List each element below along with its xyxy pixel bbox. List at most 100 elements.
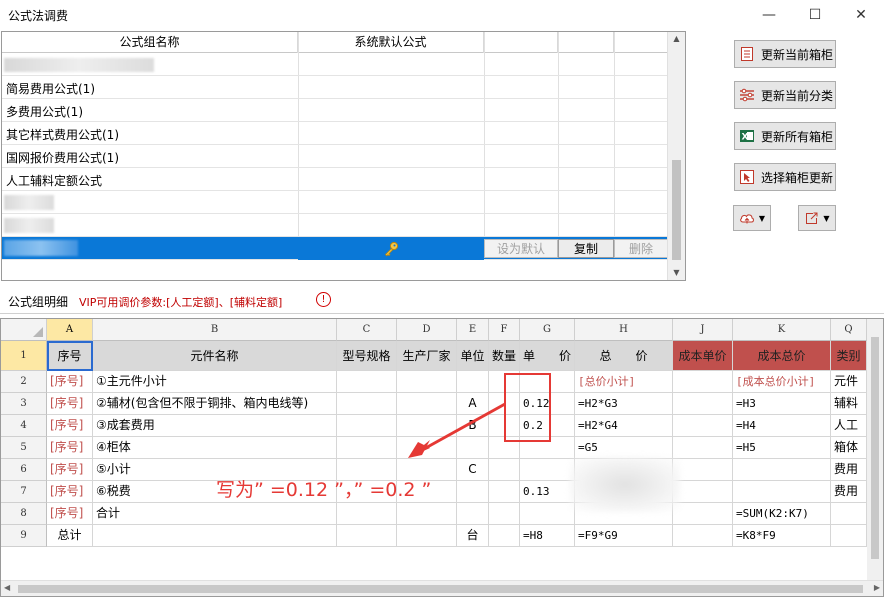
row-header-9[interactable]: 9: [1, 525, 47, 547]
cell-header-cost-unit[interactable]: 成本单价: [673, 341, 733, 371]
cell-q7[interactable]: 费用: [831, 481, 867, 503]
cell-a9[interactable]: 总计: [47, 525, 93, 547]
col-header-d[interactable]: D: [397, 319, 457, 341]
row-header-7[interactable]: 7: [1, 481, 47, 503]
cell-h3[interactable]: =H2*G3: [575, 393, 673, 415]
cell-c2[interactable]: [337, 371, 397, 393]
col-header-h[interactable]: H: [575, 319, 673, 341]
cell-header-qty[interactable]: 数量: [489, 341, 520, 371]
cell-a7[interactable]: [序号]: [47, 481, 93, 503]
row-header-2[interactable]: 2: [1, 371, 47, 393]
cloud-dropdown-button[interactable]: ▼: [733, 205, 771, 231]
cell-j6[interactable]: [673, 459, 733, 481]
cell-c8[interactable]: [337, 503, 397, 525]
cell-e9[interactable]: 台: [457, 525, 489, 547]
list-item-selected[interactable]: 设为默认 复制 删除: [2, 237, 668, 260]
col-header-a[interactable]: A: [47, 319, 93, 341]
cell-c9[interactable]: [337, 525, 397, 547]
cell-g6[interactable]: [520, 459, 575, 481]
cell-k7[interactable]: [733, 481, 831, 503]
cell-k3[interactable]: =H3: [733, 393, 831, 415]
cell-e6[interactable]: C: [457, 459, 489, 481]
list-item[interactable]: 国网报价费用公式(1): [2, 145, 668, 168]
scroll-down-icon[interactable]: ▼: [668, 266, 685, 280]
col-header-b[interactable]: B: [93, 319, 337, 341]
cell-header-total-price[interactable]: 总 价: [575, 341, 673, 371]
col-header-k[interactable]: K: [733, 319, 831, 341]
cell-j4[interactable]: [673, 415, 733, 437]
cell-a3[interactable]: [序号]: [47, 393, 93, 415]
scroll-thumb[interactable]: [672, 160, 681, 260]
cell-header-category[interactable]: 类别: [831, 341, 867, 371]
row-header-4[interactable]: 4: [1, 415, 47, 437]
cell-j2[interactable]: [673, 371, 733, 393]
cell-j7[interactable]: [673, 481, 733, 503]
cell-b3[interactable]: ②辅材(包含但不限于铜排、箱内电线等): [93, 393, 337, 415]
cell-header-index[interactable]: 序号: [47, 341, 93, 371]
scroll-up-icon[interactable]: ▲: [668, 32, 685, 46]
col-header-j[interactable]: J: [673, 319, 733, 341]
cell-c5[interactable]: [337, 437, 397, 459]
cell-k4[interactable]: =H4: [733, 415, 831, 437]
cell-b9[interactable]: [93, 525, 337, 547]
info-icon[interactable]: !: [316, 292, 331, 307]
cell-e7[interactable]: [457, 481, 489, 503]
scroll-thumb[interactable]: [18, 585, 863, 593]
cell-f7[interactable]: [489, 481, 520, 503]
list-item[interactable]: 人工辅料定额公式: [2, 168, 668, 191]
cell-a2[interactable]: [序号]: [47, 371, 93, 393]
cell-k8[interactable]: =SUM(K2:K7): [733, 503, 831, 525]
cell-j9[interactable]: [673, 525, 733, 547]
col-formula-group-name[interactable]: 公式组名称: [2, 32, 298, 53]
col-system-default[interactable]: 系统默认公式: [298, 32, 484, 53]
cell-a5[interactable]: [序号]: [47, 437, 93, 459]
cell-q9[interactable]: [831, 525, 867, 547]
cell-q5[interactable]: 箱体: [831, 437, 867, 459]
cell-j8[interactable]: [673, 503, 733, 525]
close-button[interactable]: ✕: [838, 0, 884, 30]
row-header-8[interactable]: 8: [1, 503, 47, 525]
col-header-c[interactable]: C: [337, 319, 397, 341]
row-header-3[interactable]: 3: [1, 393, 47, 415]
cell-a4[interactable]: [序号]: [47, 415, 93, 437]
list-item[interactable]: [2, 53, 668, 76]
cell-f6[interactable]: [489, 459, 520, 481]
list-item[interactable]: 简易费用公式(1): [2, 76, 668, 99]
select-cabinet-update-button[interactable]: 选择箱柜更新: [734, 163, 836, 191]
cell-a6[interactable]: [序号]: [47, 459, 93, 481]
formula-group-list[interactable]: 公式组名称 系统默认公式 简易费用公式(1) 多费用公式(1) 其它样式费用公式…: [1, 31, 686, 281]
col-header-e[interactable]: E: [457, 319, 489, 341]
delete-button[interactable]: 删除: [614, 239, 668, 258]
cell-b5[interactable]: ④柜体: [93, 437, 337, 459]
scroll-thumb[interactable]: [871, 337, 879, 559]
list-item[interactable]: 多费用公式(1): [2, 99, 668, 122]
col-header-q[interactable]: Q: [831, 319, 867, 341]
cell-d2[interactable]: [397, 371, 457, 393]
update-all-cabinets-button[interactable]: X 更新所有箱柜: [734, 122, 836, 150]
col-header-g[interactable]: G: [520, 319, 575, 341]
maximize-button[interactable]: ☐: [792, 0, 838, 30]
cell-q2[interactable]: 元件: [831, 371, 867, 393]
cell-header-unit-price[interactable]: 单 价: [520, 341, 575, 371]
cell-d9[interactable]: [397, 525, 457, 547]
cell-h2[interactable]: [总价小计]: [575, 371, 673, 393]
cell-h5[interactable]: =G5: [575, 437, 673, 459]
list-item[interactable]: 其它样式费用公式(1): [2, 122, 668, 145]
list-scrollbar[interactable]: ▲ ▼: [667, 32, 685, 280]
cell-k5[interactable]: =H5: [733, 437, 831, 459]
cell-d8[interactable]: [397, 503, 457, 525]
scroll-left-icon[interactable]: ◀: [4, 583, 10, 592]
update-current-cabinet-button[interactable]: 更新当前箱柜: [734, 40, 836, 68]
cell-b8[interactable]: 合计: [93, 503, 337, 525]
cell-c3[interactable]: [337, 393, 397, 415]
copy-button[interactable]: 复制: [558, 239, 614, 258]
list-item[interactable]: [2, 214, 668, 237]
cell-q3[interactable]: 辅料: [831, 393, 867, 415]
cell-e2[interactable]: [457, 371, 489, 393]
cell-q6[interactable]: 费用: [831, 459, 867, 481]
sheet-vertical-scrollbar[interactable]: [867, 319, 883, 581]
cell-c4[interactable]: [337, 415, 397, 437]
row-header-5[interactable]: 5: [1, 437, 47, 459]
cell-k2[interactable]: [成本总价小计]: [733, 371, 831, 393]
cell-h9[interactable]: =F9*G9: [575, 525, 673, 547]
